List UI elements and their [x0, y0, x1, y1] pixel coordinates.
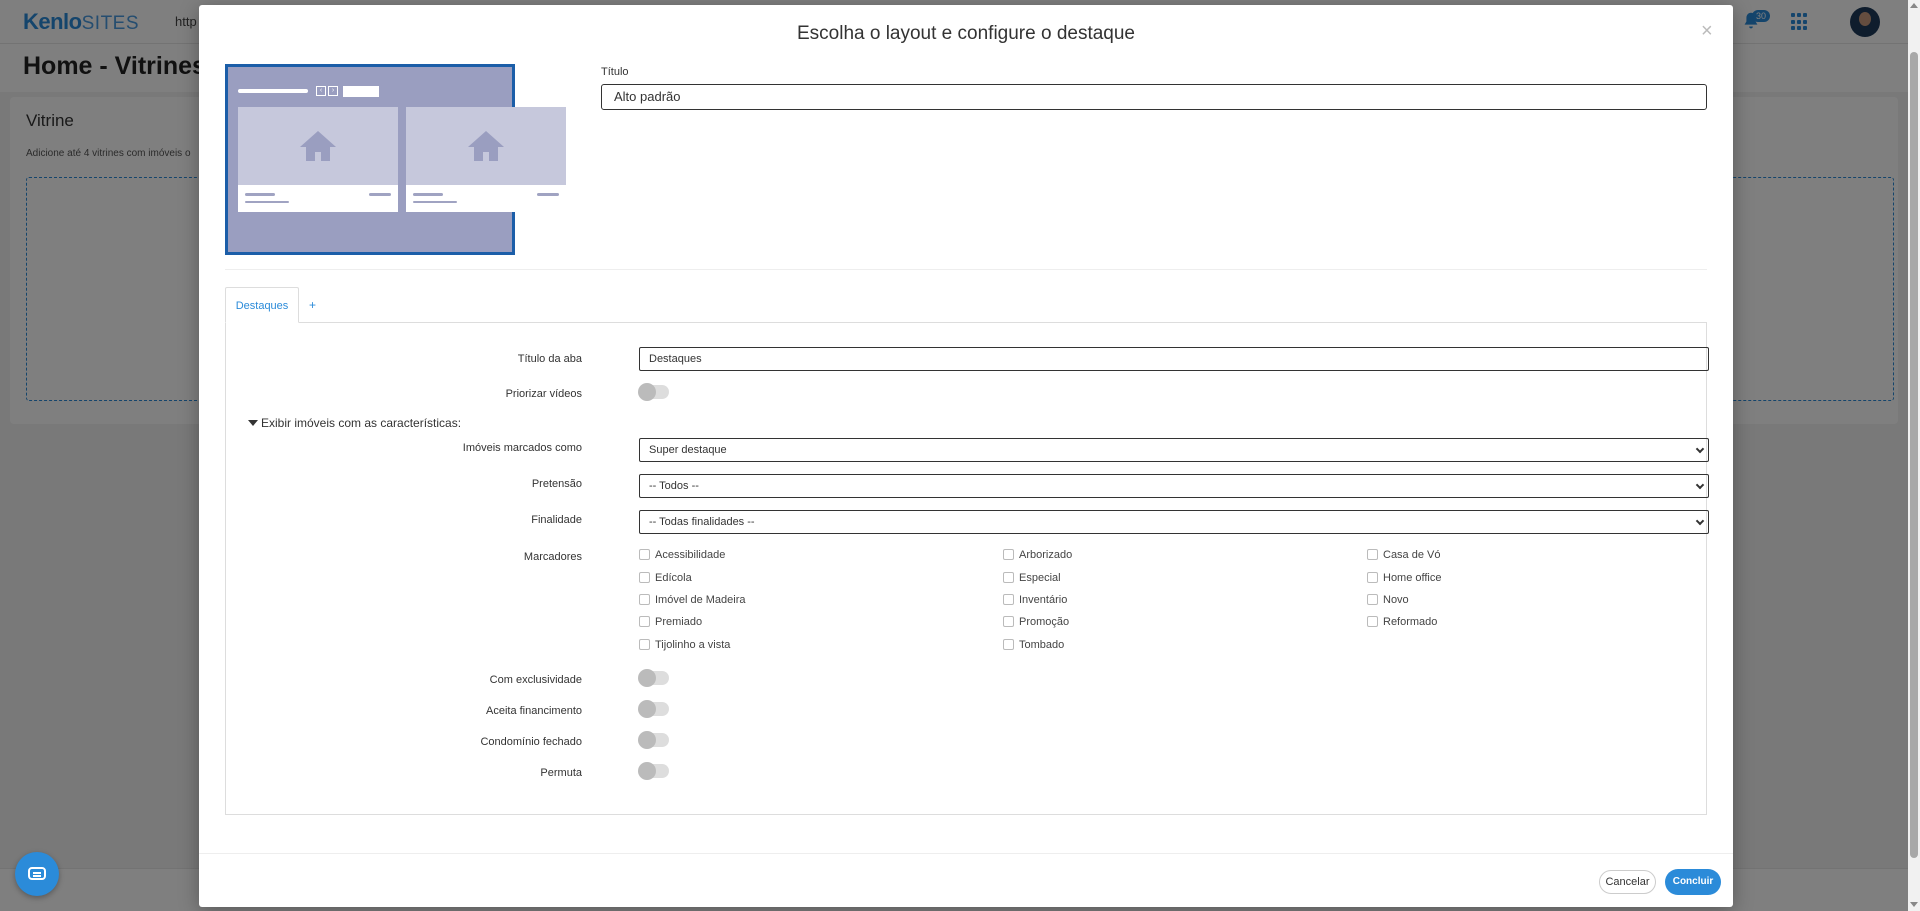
house-icon — [300, 131, 336, 161]
markers-label: Marcadores — [523, 551, 582, 563]
gated-community-label: Condomínio fechado — [480, 736, 582, 748]
modal-title: Escolha o layout e configure o destaque — [796, 23, 1135, 44]
preview-tab-pill — [343, 86, 379, 97]
layout-preview-option[interactable]: ‹ › — [225, 64, 566, 255]
filter-heading: Exibir imóveis com as características: — [248, 416, 461, 430]
preview-title-bar — [238, 89, 308, 93]
confirm-button[interactable]: Concluir — [1665, 869, 1721, 895]
purpose-label: Finalidade — [531, 514, 582, 526]
cancel-button[interactable]: Cancelar — [1599, 870, 1656, 894]
chevron-down-icon — [1695, 516, 1705, 526]
filter-icon — [248, 420, 258, 426]
preview-card — [406, 107, 566, 212]
tab-title-input[interactable]: Destaques — [639, 347, 1709, 371]
pretension-label: Pretensão — [531, 478, 582, 490]
swap-label: Permuta — [540, 767, 582, 779]
prioritize-videos-toggle[interactable] — [638, 383, 669, 401]
pretension-select[interactable]: -- Todos -- — [639, 474, 1709, 498]
add-tab-button[interactable]: + — [309, 287, 316, 323]
scroll-down-arrow-icon[interactable] — [1910, 902, 1918, 907]
financing-label: Aceita financimento — [486, 705, 582, 717]
scroll-up-arrow-icon[interactable] — [1910, 3, 1918, 8]
footer-divider — [199, 853, 1733, 854]
financing-toggle[interactable] — [638, 700, 669, 718]
preview-card — [238, 107, 398, 212]
preview-prev-arrow-icon: ‹ — [316, 86, 326, 96]
marked-as-select[interactable]: Super destaque — [639, 438, 1709, 462]
title-label: Título — [601, 66, 629, 78]
title-input[interactable]: Alto padrão — [601, 84, 1707, 110]
chevron-down-icon — [1695, 444, 1705, 454]
tab-title-label: Título da aba — [517, 353, 582, 365]
chevron-down-icon — [1695, 480, 1705, 490]
chat-icon — [28, 867, 46, 880]
purpose-select[interactable]: -- Todas finalidades -- — [639, 510, 1709, 534]
exclusive-label: Com exclusividade — [489, 674, 582, 686]
preview-next-arrow-icon: › — [328, 86, 338, 96]
gated-community-toggle[interactable] — [638, 731, 669, 749]
prioritize-videos-label: Priorizar vídeos — [505, 388, 582, 400]
house-icon — [468, 131, 504, 161]
tab-destaques[interactable]: Destaques — [225, 287, 299, 323]
layout-config-modal: Escolha o layout e configure o destaque … — [199, 5, 1733, 907]
close-icon[interactable]: × — [1701, 21, 1713, 41]
scroll-thumb[interactable] — [1910, 52, 1918, 858]
page-scrollbar[interactable] — [1908, 0, 1920, 911]
swap-toggle[interactable] — [638, 762, 669, 780]
exclusive-toggle[interactable] — [638, 669, 669, 687]
chat-button[interactable] — [15, 852, 59, 896]
marked-as-label: Imóveis marcados como — [462, 442, 582, 454]
divider — [225, 269, 1707, 270]
tab-panel: Título da aba Destaques Priorizar vídeos… — [225, 322, 1709, 815]
